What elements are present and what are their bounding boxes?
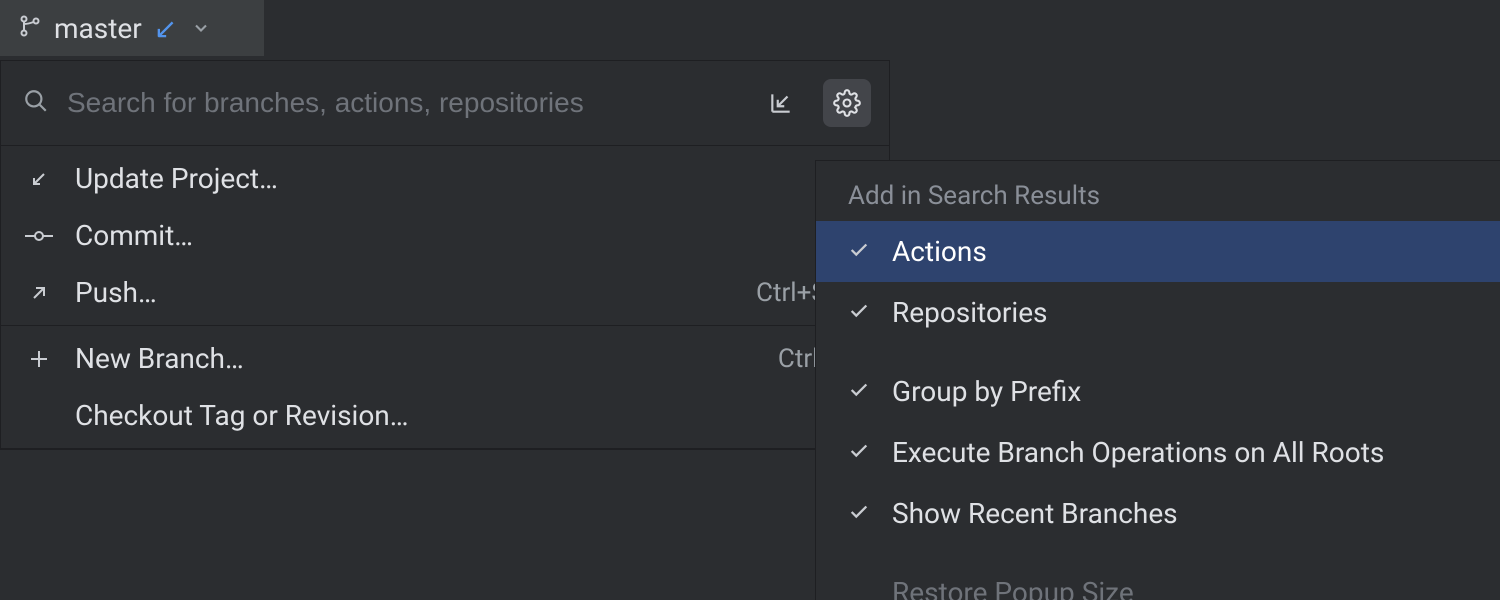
actions-group-1: Update Project…CtrlCommit…CtrlPush…Ctrl+… (1, 146, 889, 326)
check-icon (848, 235, 872, 268)
action-label: Checkout Tag or Revision… (75, 399, 843, 432)
settings-item-label: Show Recent Branches (892, 497, 1178, 530)
track-branches-icon[interactable] (757, 79, 805, 127)
action-push[interactable]: Push…Ctrl+Shift (1, 264, 889, 321)
branch-name-label: master (54, 12, 142, 45)
submenu-section-title: Add in Search Results (816, 167, 1500, 221)
settings-item-label: Repositories (892, 296, 1048, 329)
settings-item-label: Actions (892, 235, 987, 268)
push-icon (25, 281, 53, 305)
settings-item-repositories[interactable]: Repositories (816, 282, 1500, 343)
settings-item-restore-popup-size: Restore Popup Size (816, 562, 1500, 600)
newbranch-icon (25, 347, 53, 371)
action-commit[interactable]: Commit…Ctrl (1, 207, 889, 264)
branch-icon (18, 12, 42, 45)
action-label: New Branch… (75, 342, 756, 375)
check-icon (848, 375, 872, 408)
action-checkout[interactable]: Checkout Tag or Revision… (1, 387, 889, 444)
action-update[interactable]: Update Project…Ctrl (1, 150, 889, 207)
search-row (1, 61, 889, 146)
action-label: Push… (75, 276, 734, 309)
settings-item-label: Group by Prefix (892, 375, 1081, 408)
action-newbranch[interactable]: New Branch…Ctrl+Alt (1, 330, 889, 387)
action-label: Commit… (75, 219, 802, 252)
branch-selector-button[interactable]: master ↙ (0, 0, 264, 56)
settings-submenu: Add in Search Results Actions Repositorie… (815, 160, 1500, 600)
check-icon (848, 436, 872, 469)
actions-group-2: New Branch…Ctrl+Alt Checkout Tag or Revis… (1, 326, 889, 449)
commit-icon (25, 224, 53, 248)
settings-item-label: Execute Branch Operations on All Roots (892, 436, 1384, 469)
search-input[interactable] (67, 87, 739, 119)
settings-gear-icon[interactable] (823, 79, 871, 127)
settings-item-actions[interactable]: Actions (816, 221, 1500, 282)
search-icon (23, 88, 49, 118)
check-icon (848, 497, 872, 530)
action-label: Update Project… (75, 162, 802, 195)
settings-item-show-recent-branches[interactable]: Show Recent Branches (816, 483, 1500, 544)
settings-item-execute-branch-operations-on-all-roots[interactable]: Execute Branch Operations on All Roots (816, 422, 1500, 483)
incoming-indicator-icon: ↙ (154, 12, 177, 45)
chevron-down-icon (191, 12, 211, 45)
settings-item-group-by-prefix[interactable]: Group by Prefix (816, 361, 1500, 422)
check-icon (848, 296, 872, 329)
settings-item-label: Restore Popup Size (892, 576, 1134, 600)
update-icon (25, 167, 53, 191)
branches-popup: Update Project…CtrlCommit…CtrlPush…Ctrl+… (0, 60, 890, 450)
